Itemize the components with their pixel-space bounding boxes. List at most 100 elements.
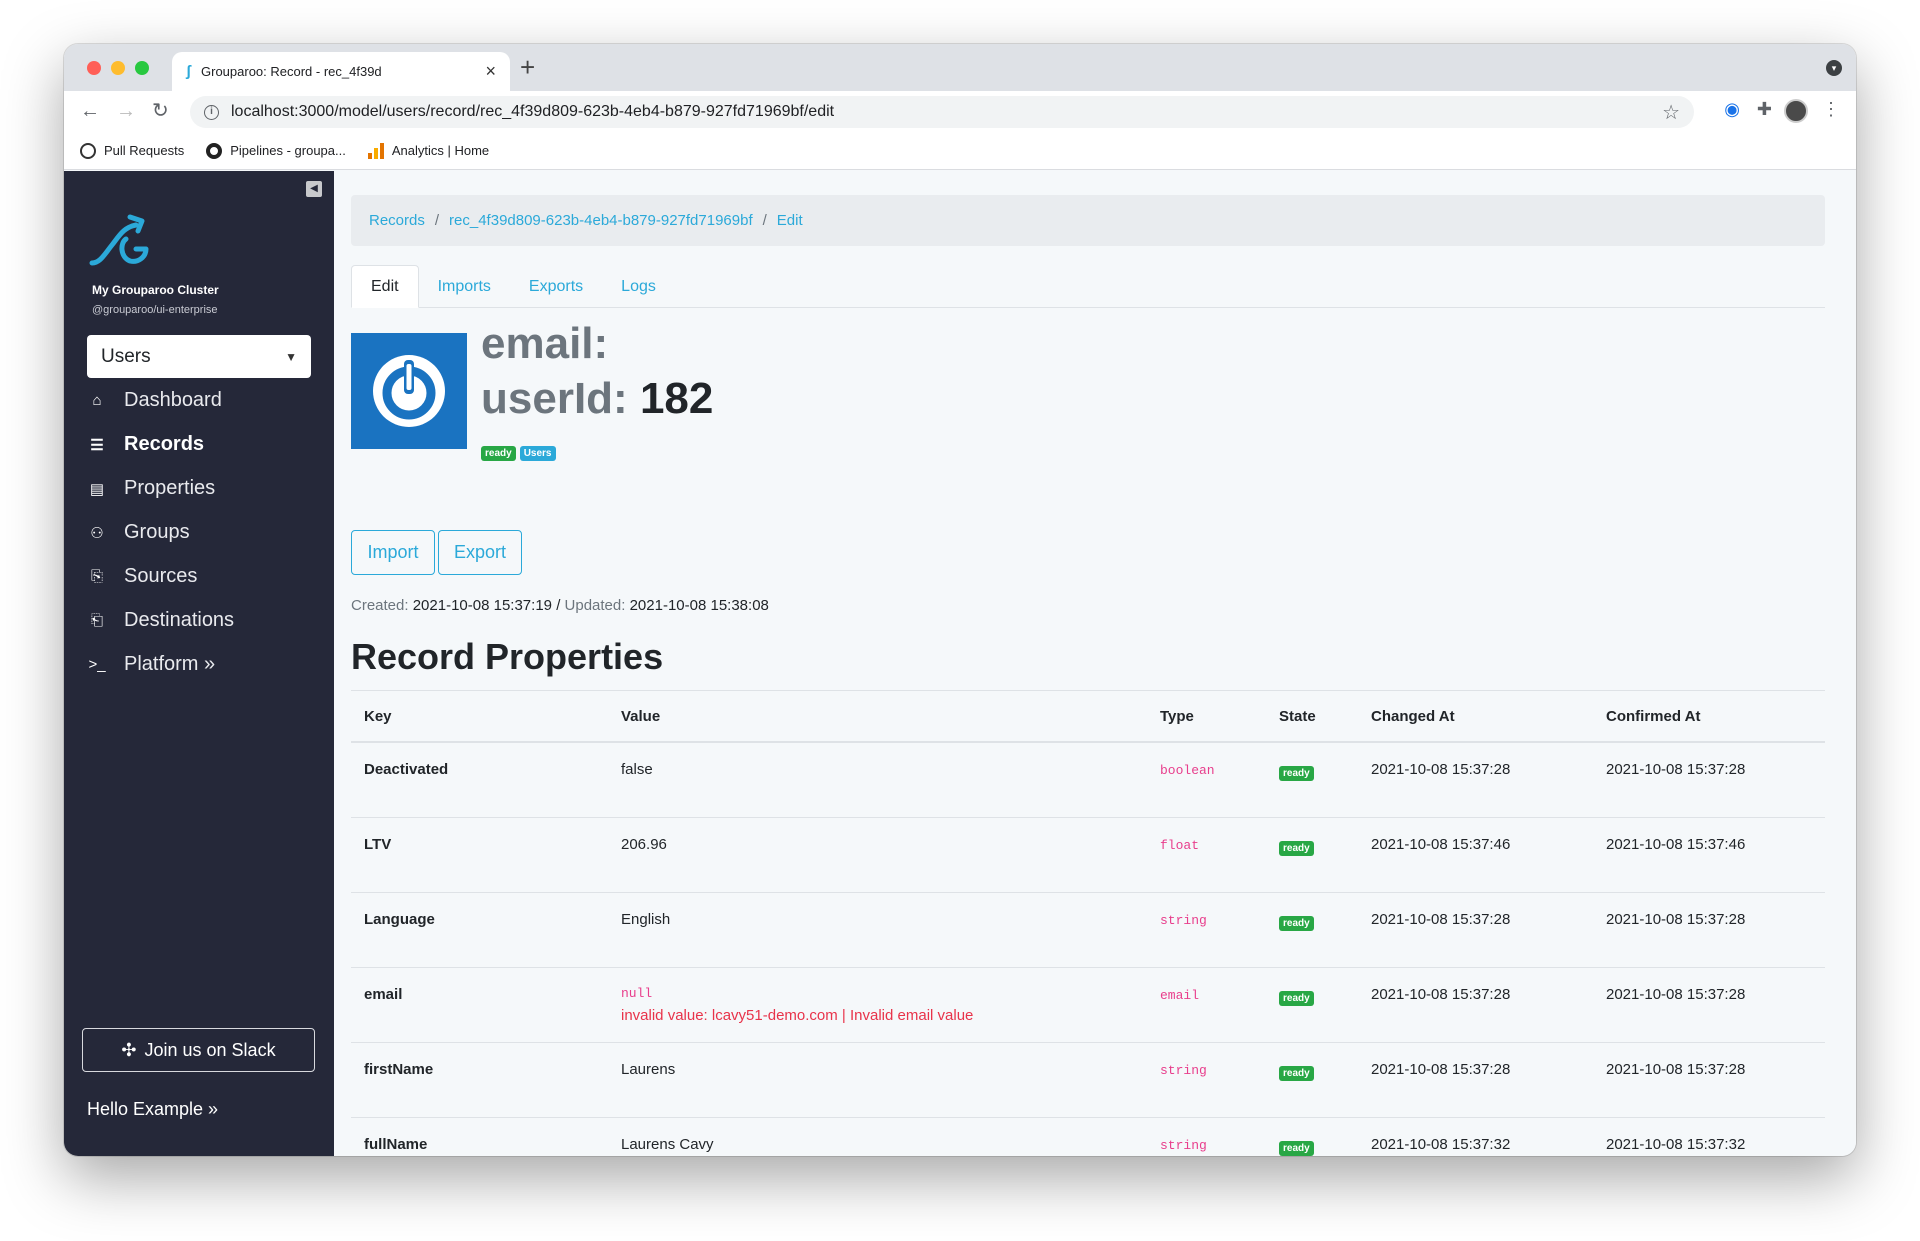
created-value: 2021-10-08 15:37:19 — [412, 597, 553, 614]
sidebar-item-sources[interactable]: ⎘ Sources — [88, 565, 197, 588]
forward-icon[interactable]: → — [116, 99, 136, 123]
collapse-sidebar-icon[interactable]: ◀ — [306, 181, 322, 197]
browser-window: ʃ Grouparoo: Record - rec_4f39d × + ▾ ← … — [64, 44, 1856, 1156]
sidebar-item-label: Sources — [124, 565, 198, 587]
breadcrumb-records[interactable]: Records — [369, 212, 425, 229]
header-confirmed-at: Confirmed At — [1606, 707, 1701, 725]
file-export-icon: ⎗ — [90, 612, 103, 629]
join-slack-button[interactable]: ✣ Join us on Slack — [82, 1028, 315, 1072]
breadcrumb-separator: / — [434, 212, 440, 229]
tab-search-icon[interactable]: ▾ — [1826, 60, 1842, 76]
state-badge: ready — [1279, 1141, 1314, 1156]
browser-menu-icon[interactable]: ⋮ — [1822, 99, 1840, 120]
sidebar: ◀ My Grouparoo Cluster @grouparoo/ui-ent… — [64, 171, 334, 1156]
breadcrumb-separator: / — [762, 212, 767, 229]
close-window-button[interactable] — [87, 61, 101, 75]
main-content: Records / rec_4f39d809-623b-4eb4-b879-92… — [334, 171, 1856, 1156]
url-text: localhost:3000/model/users/record/rec_4f… — [231, 103, 835, 120]
sidebar-item-platform[interactable]: >_ Platform » — [88, 653, 215, 676]
updated-value: 2021-10-08 15:38:08 — [629, 597, 769, 614]
id-card-icon: ▤ — [89, 480, 105, 498]
state-badge: ready — [1279, 841, 1314, 856]
back-icon[interactable]: ← — [80, 99, 100, 123]
breadcrumb-record-id[interactable]: rec_4f39d809-623b-4eb4-b879-927fd71969bf — [449, 212, 753, 229]
cell-changed-at: 2021-10-08 15:37:32 — [1371, 1136, 1511, 1153]
cell-changed-at: 2021-10-08 15:37:28 — [1371, 1061, 1511, 1078]
bookmark-label: Analytics | Home — [391, 143, 490, 158]
state-badge: ready — [1279, 1066, 1314, 1081]
cell-confirmed-at: 2021-10-08 15:37:28 — [1606, 986, 1746, 1003]
site-info-icon[interactable]: i — [204, 104, 219, 120]
record-tabs: Edit Imports Exports Logs — [351, 265, 1825, 308]
table-row: LTV 206.96 float ready 2021-10-08 15:37:… — [351, 818, 1825, 893]
extension-icon[interactable]: ◉ — [1724, 99, 1740, 120]
browser-tab[interactable]: ʃ Grouparoo: Record - rec_4f39d × — [172, 52, 510, 91]
cell-value: 206.96 — [621, 836, 667, 853]
bookmark-analytics[interactable]: Analytics | Home — [367, 142, 490, 159]
breadcrumb-edit[interactable]: Edit — [777, 212, 803, 229]
new-tab-icon[interactable]: + — [520, 52, 535, 82]
sidebar-item-destinations[interactable]: ⎗ Destinations — [88, 609, 234, 632]
profile-avatar-icon[interactable] — [1784, 99, 1808, 123]
bookmark-pull-requests[interactable]: Pull Requests — [80, 142, 184, 159]
bookmark-label: Pipelines - groupa... — [230, 143, 346, 158]
tab-imports[interactable]: Imports — [419, 265, 510, 308]
sidebar-item-records[interactable]: ☰ Records — [88, 433, 204, 456]
record-timestamps: Created: 2021-10-08 15:37:19 / Updated: … — [351, 597, 769, 614]
cell-state: ready — [1266, 761, 1358, 781]
state-badge: ready — [1279, 766, 1314, 781]
created-label: Created: — [351, 597, 409, 614]
sidebar-item-label: Properties — [124, 477, 216, 499]
bookmark-pipelines[interactable]: Pipelines - groupa... — [206, 142, 346, 159]
cell-confirmed-at: 2021-10-08 15:37:28 — [1606, 911, 1746, 928]
sidebar-item-properties[interactable]: ▤ Properties — [88, 477, 215, 500]
cell-key: fullName — [364, 1136, 428, 1153]
table-row: email null invalid value: lcavy51-demo.c… — [351, 968, 1825, 1043]
tab-title: Grouparoo: Record - rec_4f39d — [201, 64, 382, 79]
cell-confirmed-at: 2021-10-08 15:37:32 — [1606, 1136, 1746, 1153]
cell-confirmed-at: 2021-10-08 15:37:28 — [1606, 761, 1746, 778]
minimize-window-button[interactable] — [111, 61, 125, 75]
users-icon: ⚇ — [90, 524, 104, 542]
userid-value: 182 — [639, 374, 714, 423]
address-bar[interactable]: i localhost:3000/model/users/record/rec_… — [190, 96, 1694, 128]
tab-edit[interactable]: Edit — [351, 265, 419, 308]
updated-label: Updated: — [564, 597, 626, 614]
close-tab-icon[interactable]: × — [485, 61, 496, 82]
file-import-icon: ⎘ — [90, 568, 103, 585]
import-button[interactable]: Import — [351, 530, 435, 575]
header-type: Type — [1160, 707, 1194, 725]
table-row: firstName Laurens string ready 2021-10-0… — [351, 1043, 1825, 1118]
reload-icon[interactable]: ↻ — [152, 99, 169, 123]
table-row: Language English string ready 2021-10-08… — [351, 893, 1825, 968]
list-icon: ☰ — [90, 436, 104, 454]
bookmarks-bar: Pull Requests Pipelines - groupa... Anal… — [64, 132, 1856, 170]
sidebar-item-groups[interactable]: ⚇ Groups — [88, 521, 189, 544]
browser-toolbar: ← → ↻ i localhost:3000/model/users/recor… — [64, 91, 1856, 132]
power-icon — [373, 355, 445, 427]
cell-state: ready — [1266, 1136, 1358, 1156]
puzzle-extensions-icon[interactable]: ✚ — [1757, 99, 1772, 120]
tab-exports[interactable]: Exports — [510, 265, 602, 308]
cell-confirmed-at: 2021-10-08 15:37:46 — [1606, 836, 1746, 853]
email-label: email: — [481, 319, 609, 368]
cell-changed-at: 2021-10-08 15:37:28 — [1371, 761, 1511, 778]
circleci-icon — [206, 142, 223, 159]
state-badge: ready — [481, 446, 516, 461]
header-changed-at: Changed At — [1371, 707, 1455, 725]
cell-type: string — [1160, 1063, 1207, 1078]
bookmark-star-icon[interactable]: ☆ — [1662, 100, 1680, 125]
hello-user-link[interactable]: Hello Example » — [87, 1099, 218, 1120]
zoom-window-button[interactable] — [135, 61, 149, 75]
record-email-heading: email: — [481, 319, 608, 369]
section-title: Record Properties — [351, 636, 664, 677]
cell-type: email — [1160, 988, 1200, 1003]
model-select[interactable]: Users ▼ — [87, 335, 311, 378]
export-button[interactable]: Export — [438, 530, 522, 575]
null-value: null — [621, 986, 653, 1001]
cluster-name: My Grouparoo Cluster — [92, 283, 219, 297]
terminal-icon: >_ — [88, 656, 106, 673]
sidebar-item-dashboard[interactable]: ⌂ Dashboard — [88, 389, 221, 412]
tab-logs[interactable]: Logs — [602, 265, 675, 308]
cell-state: ready — [1266, 986, 1358, 1006]
